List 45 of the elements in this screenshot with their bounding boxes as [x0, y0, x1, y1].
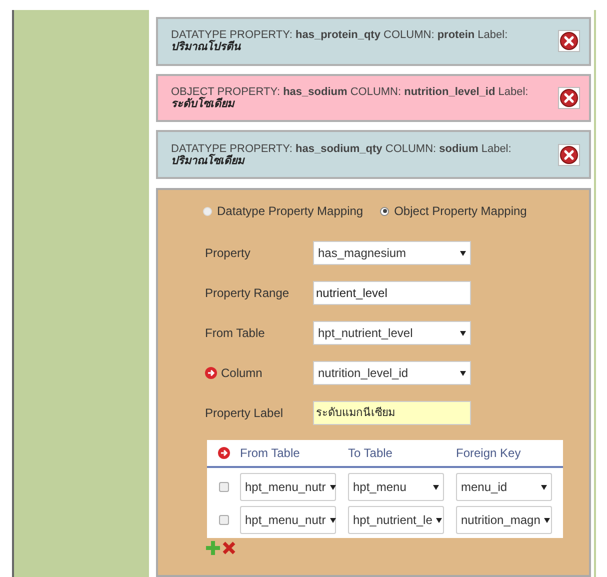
mapping-label: ปริมาณโซเดียม	[171, 154, 246, 167]
field-label: Property	[205, 245, 250, 262]
field-label: Property Range	[205, 285, 290, 302]
text-field[interactable]: nutrient_level	[313, 281, 471, 306]
delete-icon[interactable]	[222, 541, 236, 556]
remove-icon[interactable]	[558, 30, 580, 52]
dropdown-field[interactable]: has_magnesium	[313, 241, 471, 266]
text-field[interactable]: ระดับแมกนีเซียม	[313, 401, 471, 426]
mapping-description: DATATYPE PROPERTY: has_sodium_qty COLUMN: sodium Label:	[171, 142, 512, 155]
caret-icon	[330, 484, 336, 490]
caret-icon	[544, 518, 550, 523]
mapping-label: ปริมาณโปรตีน	[171, 41, 242, 54]
column-header: To Table	[348, 445, 394, 462]
dropdown-field[interactable]: nutrition_level_id	[313, 361, 471, 386]
field-label: From Table	[205, 325, 265, 342]
field-label: Column	[221, 365, 262, 382]
row-checkbox[interactable]	[218, 515, 228, 526]
dropdown-field[interactable]: nutrition_magn	[456, 506, 552, 534]
remove-icon[interactable]	[558, 87, 580, 109]
caret-icon	[541, 484, 547, 490]
dropdown-field[interactable]: hpt_menu_nutr	[240, 506, 336, 534]
radio-label[interactable]: Object Property Mapping	[394, 202, 527, 220]
field-label: Property Label	[205, 405, 284, 422]
row-checkbox[interactable]	[218, 482, 228, 492]
caret-icon	[460, 250, 466, 256]
dropdown-field[interactable]: hpt_nutrient_level	[313, 321, 471, 346]
caret-icon	[460, 330, 466, 336]
dropdown-field[interactable]: menu_id	[456, 473, 552, 502]
mapping-description: DATATYPE PROPERTY: has_protein_qty COLUMN: protein Label:	[171, 29, 508, 42]
mapping-description: OBJECT PROPERTY: has_sodium COLUMN: nutrition_level_id Label:	[171, 86, 528, 98]
dropdown-field[interactable]: hpt_nutrient_le	[348, 506, 444, 534]
column-header: Foreign Key	[456, 445, 521, 462]
arrow-icon[interactable]	[218, 447, 230, 460]
column-header: From Table	[240, 445, 301, 462]
caret-icon	[433, 484, 439, 490]
caret-icon	[460, 370, 466, 376]
caret-icon	[330, 518, 336, 523]
remove-icon[interactable]	[558, 144, 580, 166]
arrow-icon[interactable]	[205, 367, 217, 380]
caret-icon	[436, 518, 442, 523]
radio-label[interactable]: Datatype Property Mapping	[217, 202, 364, 220]
dropdown-field[interactable]: hpt_menu	[348, 473, 444, 502]
mapping-label: ระดับโซเดียม	[171, 98, 236, 110]
dropdown-field[interactable]: hpt_menu_nutr	[240, 473, 336, 502]
radio-button[interactable]	[380, 206, 390, 216]
